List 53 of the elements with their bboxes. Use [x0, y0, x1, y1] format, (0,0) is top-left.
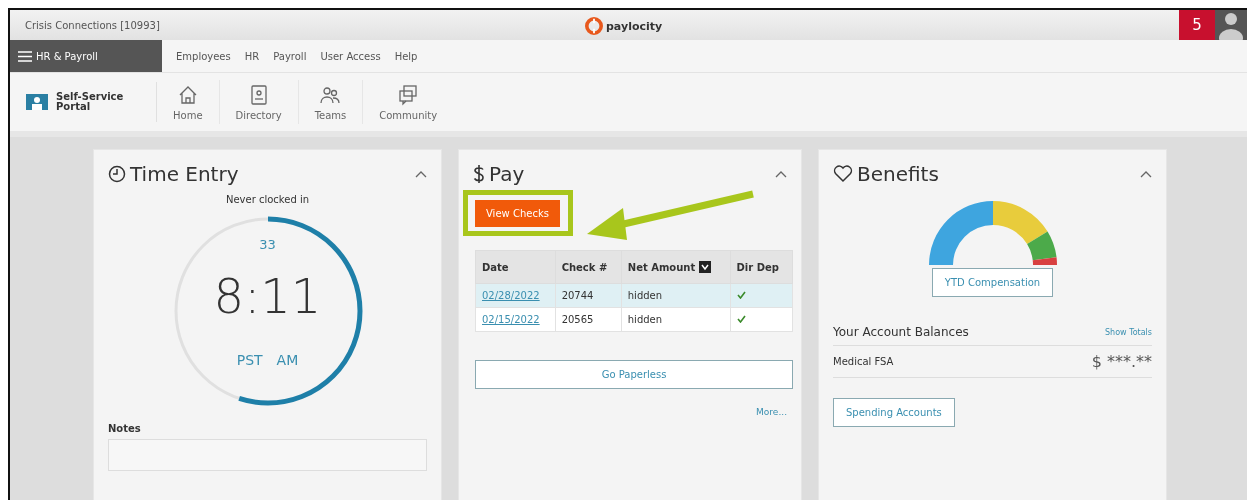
dollar-icon	[473, 164, 485, 184]
show-totals-link[interactable]: Show Totals	[1105, 327, 1152, 337]
toolbar-button[interactable]: Teams	[298, 80, 364, 124]
portal-title: Self-Service Portal	[56, 92, 125, 112]
timezone: PST	[236, 352, 263, 368]
menu-item[interactable]: Payroll	[273, 50, 307, 62]
toolbar-button[interactable]: Home	[157, 80, 220, 124]
notification-count[interactable]: 5	[1179, 10, 1215, 40]
toolbar-button[interactable]: Community	[363, 80, 454, 124]
card-title: Time Entry	[108, 162, 239, 186]
collapse-icon[interactable]	[775, 170, 787, 178]
more-link[interactable]: More...	[756, 407, 787, 417]
logo-text: paylocity	[606, 19, 663, 33]
ytd-compensation-button[interactable]: YTD Compensation	[931, 268, 1054, 297]
heart-icon	[833, 165, 853, 183]
menu-icon	[18, 50, 32, 62]
clock-icon	[108, 165, 126, 183]
column-header: Dir Dep	[730, 250, 793, 284]
table-cell: hidden	[621, 307, 731, 332]
community-icon	[397, 83, 420, 106]
company-name: Crisis Connections [10993]	[25, 19, 160, 31]
column-header: Date	[475, 250, 556, 284]
menu-button[interactable]: HR & Payroll	[10, 40, 162, 72]
account-amount: $ ***.**	[1091, 352, 1152, 371]
am-pm: AM	[276, 352, 299, 368]
clock-time: 8:11	[213, 268, 322, 324]
balances-title: Your Account Balances	[833, 325, 969, 339]
view-checks-button[interactable]: View Checks	[475, 200, 560, 227]
collapse-icon[interactable]	[1140, 170, 1152, 178]
notes-label: Notes	[108, 423, 142, 434]
account-name: Medical FSA	[833, 356, 894, 367]
menu-item[interactable]: Employees	[176, 50, 231, 62]
spending-accounts-button[interactable]: Spending Accounts	[833, 398, 955, 427]
portal-icon	[26, 94, 48, 110]
avatar-icon[interactable]	[1215, 10, 1247, 40]
card-title: Pay	[473, 162, 525, 186]
menu-item[interactable]: User Access	[320, 50, 381, 62]
go-paperless-button[interactable]: Go Paperless	[475, 360, 793, 389]
column-header: Net Amount	[621, 250, 731, 284]
notes-field[interactable]	[108, 439, 427, 471]
logo-icon	[585, 17, 603, 35]
table-cell: hidden	[621, 283, 731, 308]
menu-item[interactable]: Help	[394, 50, 418, 62]
menu-item[interactable]: HR	[244, 50, 260, 62]
check-row[interactable]: 02/28/2022 20744 hidden	[475, 283, 793, 308]
check-row[interactable]: 02/15/2022 20565 hidden	[475, 307, 793, 332]
clock-status: Never clocked in	[224, 194, 311, 205]
column-header: Check #	[555, 250, 622, 284]
dropdown-icon[interactable]	[699, 261, 712, 273]
seconds-text: 33	[259, 237, 276, 252]
toolbar-button[interactable]: Directory	[219, 80, 299, 124]
card-title: Benefits	[833, 162, 939, 186]
collapse-icon[interactable]	[415, 170, 427, 178]
